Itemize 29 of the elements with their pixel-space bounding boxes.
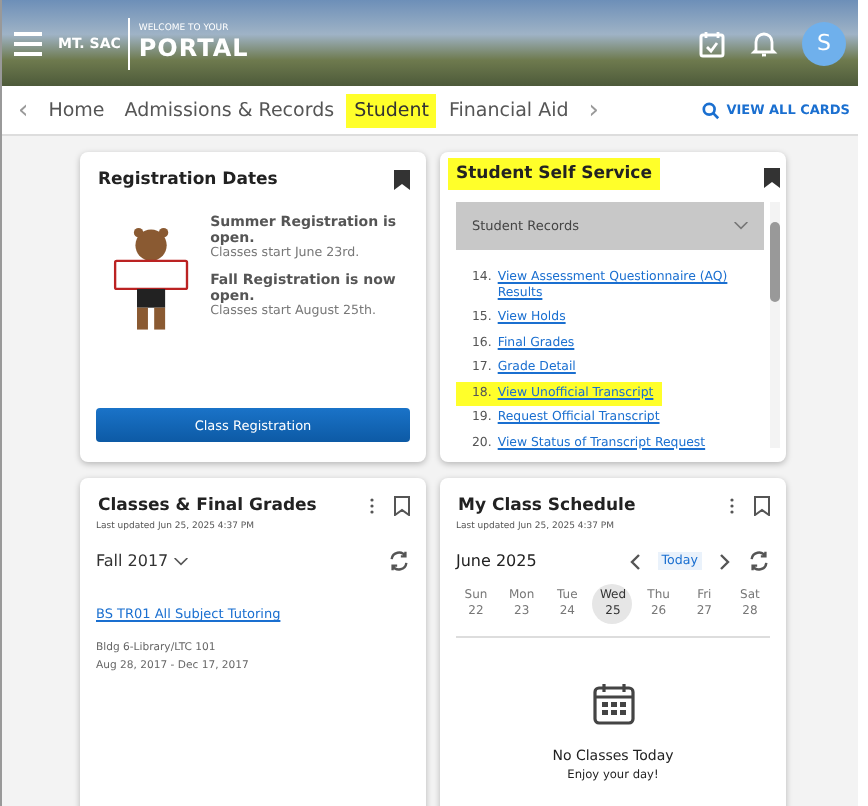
scrollbar[interactable] [770,202,780,448]
logo-title: PORTAL [138,35,249,60]
month-label: June 2025 [456,552,537,570]
previous-tabs-button[interactable]: ‹ [10,89,37,131]
bookmark-icon[interactable] [754,496,770,516]
chevron-down-icon [734,222,748,230]
bookmark-icon[interactable] [394,496,410,516]
refresh-icon[interactable] [748,550,770,572]
refresh-icon[interactable] [388,550,410,572]
chevron-right-icon[interactable] [720,553,730,569]
next-tabs-button[interactable]: › [580,89,607,131]
bell-icon[interactable] [750,29,778,57]
card-title: Student Self Service [448,158,660,190]
calendar-icon [591,682,635,726]
card-title: Registration Dates [96,168,280,194]
bookmark-icon[interactable] [394,170,410,190]
chevron-down-icon [173,558,188,566]
nav-tab[interactable]: Student [346,93,437,127]
search-icon [702,101,721,119]
nav-tab[interactable]: Home [40,93,113,127]
term-dropdown[interactable]: Fall 2017 [96,552,188,570]
nav-tab[interactable]: Financial Aid [440,93,577,127]
card-title: Classes & Final Grades [96,494,319,520]
calendar-icon[interactable] [698,29,726,57]
nav-tab[interactable]: Admissions & Records [116,93,343,127]
card-title: My Class Schedule [456,494,638,520]
bookmark-icon[interactable] [764,168,780,188]
menu-icon[interactable] [14,31,42,55]
chevron-left-icon[interactable] [629,553,640,569]
